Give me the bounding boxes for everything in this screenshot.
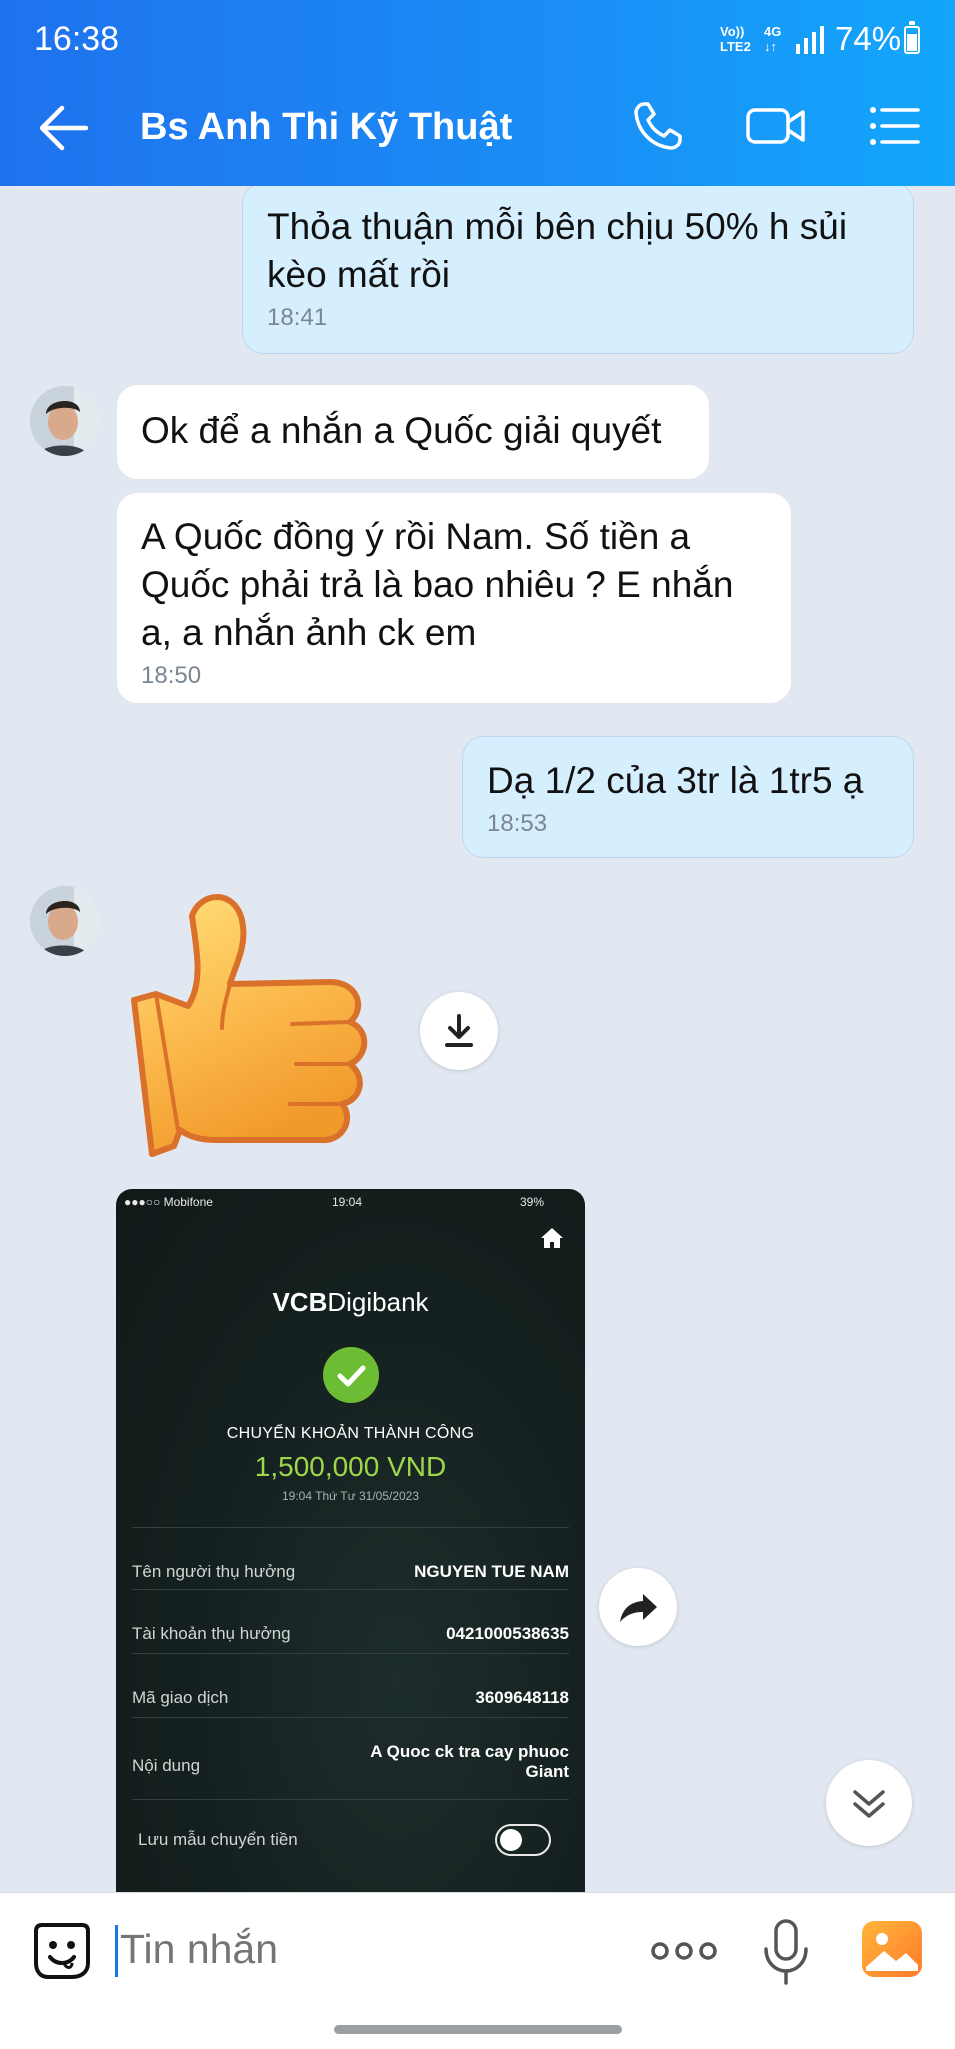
status-time: 16:38 (34, 20, 120, 58)
message-text: Thỏa thuận mỗi bên chịu 50% h sủi kèo mấ… (267, 206, 848, 295)
avatar[interactable] (30, 886, 100, 956)
receipt-value: 0421000538635 (446, 1624, 569, 1643)
receipt-value: A Quoc ck tra cay phuoc (370, 1742, 569, 1761)
lte-label: LTE2 (720, 39, 751, 54)
double-chevron-down-icon (853, 1790, 885, 1818)
save-template-toggle (495, 1824, 551, 1856)
transfer-receipt-image[interactable]: ●●●○○ Mobifone 19:04 39% VCBDigibank CHU… (116, 1189, 585, 1892)
bank-logo-rest: Digibank (327, 1287, 429, 1317)
message-text: Ok để a nhắn a Quốc giải quyết (141, 410, 662, 451)
data-arrows-icon: ↓↑ (764, 39, 777, 54)
video-call-icon[interactable] (745, 98, 807, 154)
receipt-label: Lưu mẫu chuyển tiền (138, 1830, 298, 1849)
forward-icon (620, 1594, 657, 1622)
message-bubble-outgoing[interactable]: Dạ 1/2 của 3tr là 1tr5 ạ 18:53 (462, 736, 914, 858)
volte-label: Vo)) (720, 24, 745, 39)
message-time: 18:53 (487, 810, 548, 837)
download-icon (445, 1014, 473, 1047)
receipt-value-line2: Giant (525, 1762, 569, 1781)
receipt-battery: 39% (520, 1195, 545, 1209)
receipt-label: Mã giao dịch (132, 1688, 229, 1707)
receipt-status-time: 19:04 (332, 1195, 363, 1209)
top-bar: 16:38 Vo)) LTE2 4G ↓↑ 74% Bs Anh Thi Kỹ … (0, 0, 955, 186)
message-time: 18:41 (267, 304, 328, 331)
receipt-row: Nội dung A Quoc ck tra cay phuoc Giant (132, 1717, 569, 1800)
receipt-carrier: ●●●○○ Mobifone (124, 1195, 213, 1209)
menu-list-icon[interactable] (868, 98, 922, 154)
message-bubble-outgoing[interactable]: Thỏa thuận mỗi bên chịu 50% h sủi kèo mấ… (242, 186, 914, 354)
text-cursor (115, 1925, 118, 1977)
chat-area[interactable]: Thỏa thuận mỗi bên chịu 50% h sủi kèo mấ… (0, 186, 955, 1892)
contact-name[interactable]: Bs Anh Thi Kỹ Thuật (140, 106, 512, 149)
home-indicator[interactable] (334, 2025, 622, 2034)
chat-header: Bs Anh Thi Kỹ Thuật (0, 68, 955, 186)
image-icon[interactable] (860, 1919, 924, 1979)
bank-logo: VCBDigibank (116, 1287, 585, 1318)
signal-icon (796, 26, 824, 54)
emoji-icon[interactable] (32, 1921, 92, 1981)
receipt-row: Tài khoản thụ hưởng 0421000538635 (132, 1589, 569, 1654)
battery-icon (904, 21, 920, 54)
transfer-datetime: 19:04 Thứ Tư 31/05/2023 (281, 1489, 420, 1503)
more-options-icon[interactable] (650, 1937, 718, 1965)
receipt-row: Tên người thụ hưởng NGUYEN TUE NAM (132, 1527, 569, 1590)
transfer-amount: 1,500,000 VND (254, 1451, 447, 1482)
bank-logo-bold: VCB (272, 1287, 328, 1317)
microphone-icon[interactable] (760, 1917, 812, 1987)
message-bubble-incoming[interactable]: A Quốc đồng ý rồi Nam. Số tiền a Quốc ph… (116, 492, 792, 704)
battery-percent: 74% (835, 20, 902, 57)
thumbs-up-sticker[interactable] (130, 890, 390, 1160)
message-bubble-incoming[interactable]: Ok để a nhắn a Quốc giải quyết (116, 384, 710, 480)
message-text: A Quốc đồng ý rồi Nam. Số tiền a Quốc ph… (141, 516, 734, 653)
scroll-to-bottom-button[interactable] (826, 1760, 912, 1846)
download-button[interactable] (420, 992, 498, 1070)
receipt-label: Nội dung (132, 1756, 201, 1775)
data-indicator: 4G ↓↑ (764, 24, 790, 54)
receipt-value: 3609648118 (475, 1688, 569, 1707)
receipt-label: Tài khoản thụ hưởng (132, 1624, 291, 1643)
home-icon (541, 1228, 563, 1248)
receipt-row: Mã giao dịch 3609648118 (132, 1653, 569, 1718)
avatar[interactable] (30, 386, 100, 456)
message-text: Dạ 1/2 của 3tr là 1tr5 ạ (487, 760, 864, 801)
message-time: 18:50 (141, 662, 202, 689)
receipt-value: NGUYEN TUE NAM (414, 1562, 569, 1581)
message-input[interactable] (120, 1923, 620, 1975)
phone-icon[interactable] (630, 98, 688, 154)
receipt-row: Lưu mẫu chuyển tiền (132, 1799, 569, 1880)
forward-button[interactable] (599, 1568, 677, 1646)
transfer-status: CHUYỂN KHOẢN THÀNH CÔNG (226, 1425, 475, 1442)
message-input-bar (0, 1892, 955, 2049)
network-type-label: 4G (764, 24, 782, 39)
back-arrow-icon[interactable] (36, 102, 92, 154)
receipt-label: Tên người thụ hưởng (132, 1562, 296, 1581)
network-indicator: Vo)) LTE2 (720, 24, 754, 54)
success-check-icon (323, 1347, 379, 1403)
status-bar: 16:38 Vo)) LTE2 4G ↓↑ 74% (0, 0, 955, 68)
